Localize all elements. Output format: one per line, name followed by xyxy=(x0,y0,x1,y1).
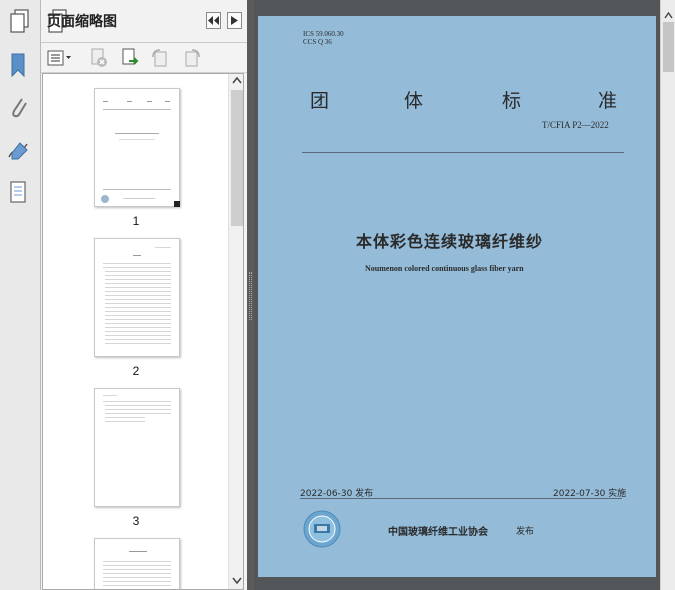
panel-menu-button[interactable] xyxy=(227,12,242,29)
document-page: ICS 59.060.30 CCS Q 36 团 体 标 准 T/CFIA P2… xyxy=(258,16,656,577)
association-logo-icon xyxy=(303,510,341,548)
delete-page-icon xyxy=(91,48,107,67)
page-thumbnail-label: 3 xyxy=(132,514,140,528)
page-thumbnail-2[interactable] xyxy=(94,238,180,357)
heading-char: 标 xyxy=(502,90,522,112)
collapse-panel-button[interactable] xyxy=(206,12,221,29)
heading-char: 准 xyxy=(598,90,618,112)
thumbnails-toolbar xyxy=(41,44,247,73)
rotate-clockwise-button[interactable] xyxy=(181,48,203,68)
page-content-icon[interactable] xyxy=(4,178,32,208)
options-menu-button[interactable] xyxy=(46,48,74,68)
heading-char: 团 xyxy=(310,90,330,112)
splitter-grip[interactable] xyxy=(249,272,252,320)
panel-header: 页面缩略图 xyxy=(41,0,247,43)
navigation-rail xyxy=(0,0,41,590)
page-thumbnail-label: 2 xyxy=(132,364,140,378)
publish-label: 发布 xyxy=(516,527,535,537)
thumbnails-list: 1 2 3 xyxy=(42,73,244,590)
scroll-up-icon[interactable] xyxy=(232,76,242,87)
delete-pages-button[interactable] xyxy=(88,48,110,68)
bookmark-icon[interactable] xyxy=(4,50,32,80)
thumbnails-panel: 页面缩略图 1 2 3 xyxy=(41,0,247,590)
ccs-code: CCS Q 36 xyxy=(303,38,332,46)
scroll-down-icon[interactable] xyxy=(232,577,242,588)
heading-char: 体 xyxy=(404,90,424,112)
double-chevron-left-icon xyxy=(208,16,219,25)
page-thumbnail-3[interactable] xyxy=(94,388,180,507)
document-scrollbar[interactable] xyxy=(660,0,675,590)
scroll-up-icon[interactable] xyxy=(664,4,673,23)
attachment-icon[interactable] xyxy=(4,92,32,122)
rotate-left-icon xyxy=(152,49,167,67)
document-title-cn: 本体彩色连续玻璃纤维纱 xyxy=(356,232,544,251)
signature-icon[interactable] xyxy=(4,136,32,166)
scrollbar-thumb[interactable] xyxy=(231,90,243,226)
extract-page-icon xyxy=(122,48,139,65)
document-title-en: Noumenon colored continuous glass fiber … xyxy=(365,264,524,273)
document-view: ICS 59.060.30 CCS Q 36 团 体 标 准 T/CFIA P2… xyxy=(254,0,660,590)
page-thumbnail-label: 1 xyxy=(132,214,140,228)
page-thumbnail-1[interactable] xyxy=(94,88,180,207)
thumbnails-scrollbar[interactable] xyxy=(228,74,243,589)
page-thumbnail-4[interactable] xyxy=(94,538,180,589)
triangle-right-icon xyxy=(231,16,238,25)
standard-number: T/CFIA P2—2022 xyxy=(542,120,609,130)
rotate-right-icon xyxy=(185,49,200,67)
panel-splitter[interactable] xyxy=(247,0,254,590)
scrollbar-thumb[interactable] xyxy=(663,22,674,72)
page-thumbnails-icon[interactable] xyxy=(6,6,34,36)
header-rule xyxy=(302,152,624,153)
panel-title: 页面缩略图 xyxy=(47,14,117,30)
rotate-counterclockwise-button[interactable] xyxy=(149,48,171,68)
publisher-name: 中国玻璃纤维工业协会 xyxy=(388,527,488,538)
footer-rule xyxy=(300,498,622,499)
options-list-icon xyxy=(47,50,71,66)
extract-pages-button[interactable] xyxy=(119,48,141,68)
